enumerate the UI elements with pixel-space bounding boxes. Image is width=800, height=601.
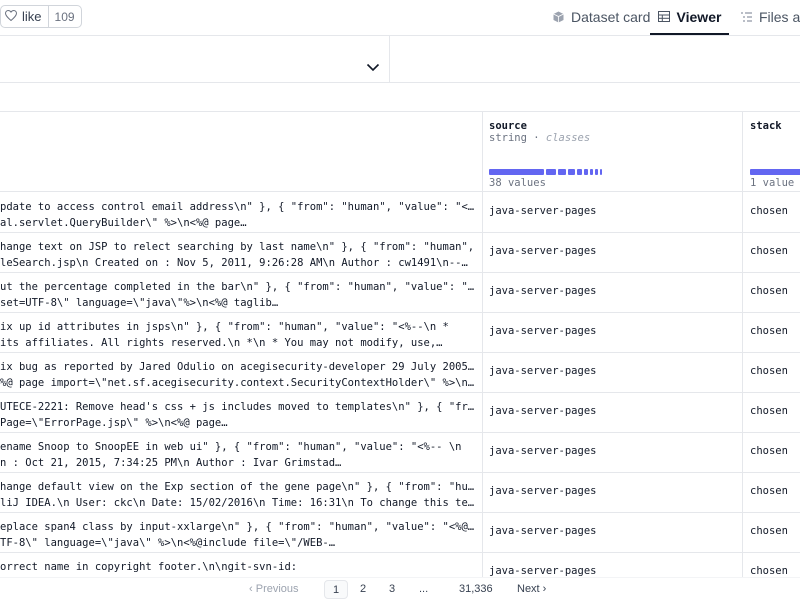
- table-row[interactable]: eplace span4 class by input-xxlarge\n" }…: [0, 512, 800, 553]
- conversation-cell[interactable]: hange text on JSP to relect searching by…: [0, 239, 476, 271]
- table-row[interactable]: pdate to access control email address\n"…: [0, 192, 800, 233]
- like-label: like: [22, 9, 42, 24]
- source-cell[interactable]: java-server-pages: [489, 205, 596, 217]
- column-header-stack[interactable]: stack 1 value: [743, 112, 800, 191]
- source-cell[interactable]: java-server-pages: [489, 525, 596, 537]
- pagination-ellipsis: ...: [419, 583, 429, 595]
- conversation-cell[interactable]: ut the percentage completed in the bar\n…: [0, 279, 476, 311]
- files-icon: [741, 12, 752, 22]
- table-row[interactable]: ename Snoop to SnoopEE in web ui" }, { "…: [0, 432, 800, 473]
- source-cell[interactable]: java-server-pages: [489, 325, 596, 337]
- tab-files-label: Files an: [759, 9, 800, 25]
- stack-cell[interactable]: chosen: [750, 245, 788, 257]
- source-cell[interactable]: java-server-pages: [489, 365, 596, 377]
- conversation-cell[interactable]: ix bug as reported by Jared Odulio on ac…: [0, 359, 476, 391]
- page-2-button[interactable]: 2: [360, 583, 366, 595]
- filter-divider: [389, 35, 390, 82]
- conversation-cell[interactable]: UTECE-2221: Remove head's css + js inclu…: [0, 399, 476, 431]
- table-row[interactable]: ix bug as reported by Jared Odulio on ac…: [0, 352, 800, 393]
- source-cell[interactable]: java-server-pages: [489, 245, 596, 257]
- stack-cell[interactable]: chosen: [750, 285, 788, 297]
- source-cell[interactable]: java-server-pages: [489, 285, 596, 297]
- value-count: 38 values: [489, 177, 546, 189]
- stack-cell[interactable]: chosen: [750, 565, 788, 577]
- table-row[interactable]: UTECE-2221: Remove head's css + js inclu…: [0, 392, 800, 433]
- column-header-source[interactable]: source string · classes 38 values: [482, 112, 742, 191]
- stack-cell[interactable]: chosen: [750, 205, 788, 217]
- stack-cell[interactable]: chosen: [750, 525, 788, 537]
- value-count: 1 value: [750, 177, 795, 189]
- tab-viewer-label: Viewer: [676, 8, 722, 25]
- table-icon: [657, 11, 670, 22]
- source-cell[interactable]: java-server-pages: [489, 405, 596, 417]
- conversation-cell[interactable]: pdate to access control email address\n"…: [0, 199, 476, 231]
- filter-bar: [0, 35, 800, 83]
- value-distribution-bar[interactable]: [489, 169, 602, 175]
- data-table: source string · classes 38 values stack …: [0, 112, 800, 577]
- like-count: 109: [47, 6, 81, 27]
- conversation-cell[interactable]: hange default view on the Exp section of…: [0, 479, 476, 511]
- table-row[interactable]: hange text on JSP to relect searching by…: [0, 232, 800, 273]
- column-name: stack: [750, 120, 782, 132]
- stack-cell[interactable]: chosen: [750, 365, 788, 377]
- previous-page-button[interactable]: ‹ Previous: [249, 583, 299, 595]
- conversation-cell[interactable]: ename Snoop to SnoopEE in web ui" }, { "…: [0, 439, 476, 471]
- table-row[interactable]: orrect name in copyright footer.\n\ngit-…: [0, 552, 800, 577]
- table-header: source string · classes 38 values stack …: [0, 112, 800, 192]
- chevron-down-icon[interactable]: [366, 59, 380, 77]
- tab-dataset-card-label: Dataset card: [571, 9, 651, 25]
- last-page-button[interactable]: 31,336: [459, 583, 493, 595]
- source-cell[interactable]: java-server-pages: [489, 565, 596, 577]
- pagination: ‹ Previous 1 2 3 ... 31,336 Next ›: [0, 577, 800, 601]
- next-page-button[interactable]: Next ›: [517, 583, 546, 595]
- table-row[interactable]: ut the percentage completed in the bar\n…: [0, 272, 800, 313]
- tab-files[interactable]: Files an: [741, 0, 800, 34]
- like-button[interactable]: like 109: [0, 5, 82, 28]
- conversation-cell[interactable]: eplace span4 class by input-xxlarge\n" }…: [0, 519, 476, 551]
- table-row[interactable]: hange default view on the Exp section of…: [0, 472, 800, 513]
- heart-icon: [4, 9, 18, 24]
- stack-cell[interactable]: chosen: [750, 325, 788, 337]
- column-name: source: [489, 120, 527, 132]
- tab-viewer[interactable]: Viewer: [650, 0, 729, 35]
- conversation-cell[interactable]: orrect name in copyright footer.\n\ngit-…: [0, 559, 476, 575]
- page-3-button[interactable]: 3: [389, 583, 395, 595]
- dataset-card-icon: [553, 11, 564, 23]
- value-distribution-bar[interactable]: [750, 169, 800, 175]
- page-1-button[interactable]: 1: [324, 580, 348, 599]
- tab-dataset-card[interactable]: Dataset card: [553, 0, 650, 34]
- conversation-cell[interactable]: ix up id attributes in jsps\n" }, { "fro…: [0, 319, 476, 351]
- column-type: string · classes: [489, 132, 591, 144]
- top-bar: like 109 Dataset card Viewer Files an: [0, 0, 800, 36]
- stack-cell[interactable]: chosen: [750, 405, 788, 417]
- toolbar-gap: [0, 83, 800, 112]
- source-cell[interactable]: java-server-pages: [489, 485, 596, 497]
- table-row[interactable]: ix up id attributes in jsps\n" }, { "fro…: [0, 312, 800, 353]
- stack-cell[interactable]: chosen: [750, 485, 788, 497]
- stack-cell[interactable]: chosen: [750, 445, 788, 457]
- source-cell[interactable]: java-server-pages: [489, 445, 596, 457]
